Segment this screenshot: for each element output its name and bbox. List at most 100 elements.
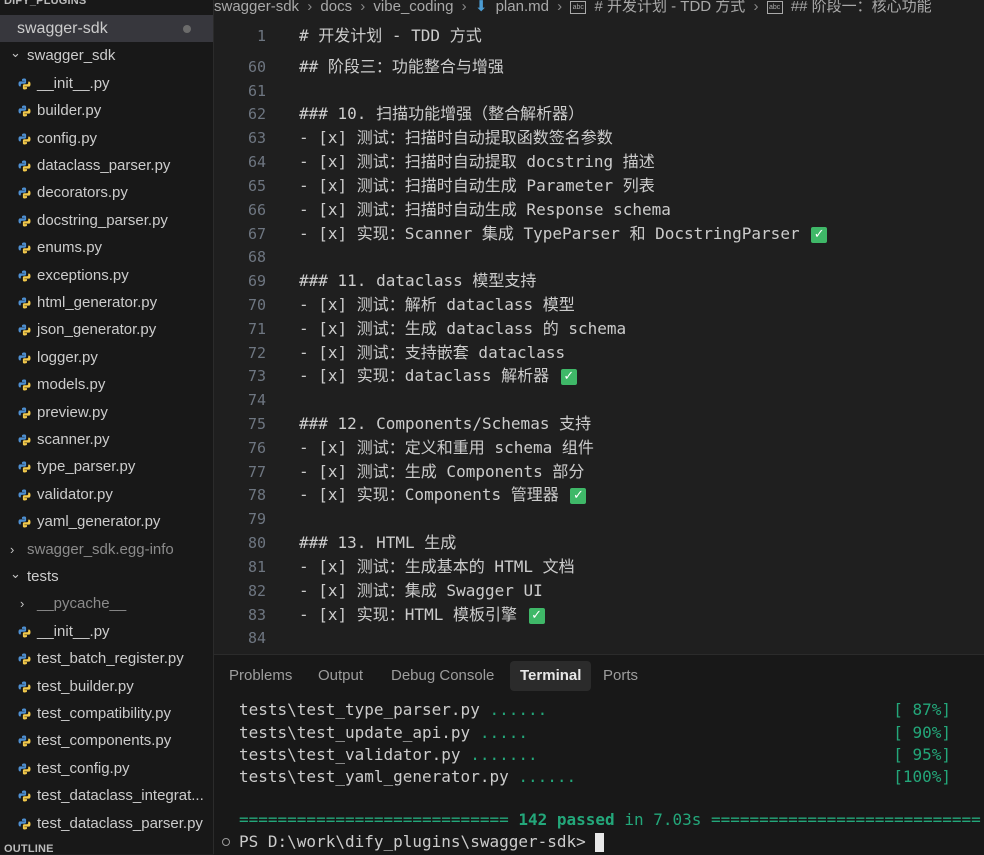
line-text[interactable]: - [x] 实现：HTML 模板引擎 ✓ — [299, 603, 545, 627]
tree-file[interactable]: logger.py — [0, 344, 213, 371]
tree-file[interactable]: json_generator.py — [0, 316, 213, 343]
tree-item-label: type_parser.py — [37, 458, 136, 475]
chevron-right-icon[interactable]: › — [10, 536, 14, 563]
tree-file[interactable]: docstring_parser.py — [0, 207, 213, 234]
chevron-down-icon[interactable]: ⌄ — [10, 42, 21, 66]
tree-file[interactable]: test_dataclass_parser.py — [0, 810, 213, 837]
breadcrumb-item-heading-2[interactable]: ## 阶段一：核心功能 — [791, 0, 932, 14]
line-text[interactable]: ## 阶段三：功能整合与增强 — [299, 55, 504, 79]
tree-folder-swagger-sdk[interactable]: ⌄ swagger_sdk — [0, 42, 213, 69]
breadcrumb-item-heading-1[interactable]: # 开发计划 - TDD 方式 — [594, 0, 745, 14]
line-text[interactable]: - [x] 测试：扫描时自动生成 Response schema — [299, 198, 671, 222]
tree-file[interactable]: test_compatibility.py — [0, 700, 213, 727]
tree-item-swagger-sdk[interactable]: swagger-sdk — [0, 15, 213, 42]
python-file-icon — [18, 133, 31, 145]
tree-file[interactable]: test_components.py — [0, 727, 213, 754]
tree-file[interactable]: builder.py — [0, 97, 213, 124]
tree-folder-pycache[interactable]: › __pycache__ — [0, 590, 213, 617]
line-text[interactable]: - [x] 实现：Components 管理器 ✓ — [299, 483, 587, 507]
tree-file[interactable]: decorators.py — [0, 179, 213, 206]
tree-file[interactable]: __init__.py — [0, 618, 213, 645]
breadcrumb-item-root[interactable]: swagger-sdk — [214, 0, 299, 14]
line-text[interactable]: - [x] 实现：dataclass 解析器 ✓ — [299, 364, 577, 388]
editor-line: 63 - [x] 测试：扫描时自动提取函数签名参数 — [214, 126, 984, 150]
tree-file[interactable]: scanner.py — [0, 426, 213, 453]
python-file-icon — [18, 78, 31, 90]
tree-item-label: scanner.py — [37, 431, 110, 448]
tab-output[interactable]: Output — [308, 661, 373, 691]
tree-file[interactable]: test_batch_register.py — [0, 645, 213, 672]
breadcrumb-item-vibe-coding[interactable]: vibe_coding — [373, 0, 453, 14]
explorer-sidebar: DIFY_PLUGINS swagger-sdk ⌄ swagger_sdk __in… — [0, 0, 214, 854]
terminal-line: tests\test_update_api.py ..... [ 90%] — [239, 721, 951, 744]
modified-dot-icon — [183, 25, 191, 33]
breadcrumb-item-docs[interactable]: docs — [320, 0, 352, 14]
line-text[interactable]: - [x] 测试：扫描时自动生成 Parameter 列表 — [299, 174, 655, 198]
tree-file[interactable]: yaml_generator.py — [0, 508, 213, 535]
line-text[interactable]: - [x] 测试：支持嵌套 dataclass — [299, 341, 565, 365]
line-text[interactable]: ### 10. 扫描功能增强（整合解析器） — [299, 102, 584, 126]
tree-item-label: exceptions.py — [37, 267, 129, 284]
breadcrumb-item-file[interactable]: plan.md — [496, 0, 549, 14]
tree-item-label: builder.py — [37, 102, 102, 119]
summary-passed: 142 passed — [518, 810, 615, 829]
tree-file[interactable]: dataclass_parser.py — [0, 152, 213, 179]
tree-item-label: dataclass_parser.py — [37, 157, 171, 174]
line-text[interactable]: - [x] 测试：生成 dataclass 的 schema — [299, 317, 626, 341]
tree-file[interactable]: __init__.py — [0, 70, 213, 97]
tree-file[interactable]: config.py — [0, 125, 213, 152]
chevron-right-icon: › — [557, 0, 563, 15]
tree-file[interactable]: preview.py — [0, 399, 213, 426]
editor-line: 76 - [x] 测试：定义和重用 schema 组件 — [214, 436, 984, 460]
line-number: 70 — [247, 296, 266, 314]
tree-file[interactable]: type_parser.py — [0, 453, 213, 480]
section-header-dify-plugins[interactable]: DIFY_PLUGINS — [0, 0, 213, 9]
editor-line: 84 — [214, 626, 984, 650]
python-file-icon — [18, 818, 31, 830]
tree-item-label: docstring_parser.py — [37, 212, 168, 229]
symbol-string-icon: abc — [766, 1, 783, 14]
tree-file[interactable]: validator.py — [0, 481, 213, 508]
tree-file[interactable]: html_generator.py — [0, 289, 213, 316]
tab-terminal[interactable]: Terminal — [510, 661, 592, 691]
tree-file[interactable]: models.py — [0, 371, 213, 398]
tree-file[interactable]: test_dataclass_integrat... — [0, 782, 213, 809]
line-text[interactable]: - [x] 测试：定义和重用 schema 组件 — [299, 436, 594, 460]
line-text[interactable]: - [x] 测试：扫描时自动提取 docstring 描述 — [299, 150, 655, 174]
line-text[interactable]: - [x] 测试：解析 dataclass 模型 — [299, 293, 575, 317]
tree-file[interactable]: enums.py — [0, 234, 213, 261]
tree-file[interactable]: exceptions.py — [0, 262, 213, 289]
python-file-icon — [18, 626, 31, 638]
tree-folder-egg-info[interactable]: › swagger_sdk.egg-info — [0, 536, 213, 563]
line-text[interactable]: # 开发计划 - TDD 方式 — [299, 24, 482, 48]
line-text[interactable]: - [x] 测试：集成 Swagger UI — [299, 579, 543, 603]
tab-problems[interactable]: Problems — [219, 661, 302, 691]
editor-line: 70 - [x] 测试：解析 dataclass 模型 — [214, 293, 984, 317]
tab-debug-console[interactable]: Debug Console — [381, 661, 504, 691]
tree-item-label: test_compatibility.py — [37, 705, 171, 722]
chevron-down-icon[interactable]: ⌄ — [10, 563, 21, 587]
line-text[interactable]: - [x] 测试：生成基本的 HTML 文档 — [299, 555, 575, 579]
terminal-prompt[interactable]: PS D:\work\dify_plugins\swagger-sdk> — [222, 830, 951, 853]
line-number: 73 — [247, 367, 266, 385]
tree-item-label: tests — [27, 568, 59, 585]
python-file-icon — [18, 681, 31, 693]
line-text[interactable]: ### 11. dataclass 模型支持 — [299, 269, 536, 293]
test-file-name: tests\test_update_api.py — [239, 723, 471, 742]
line-text[interactable]: - [x] 实现：Scanner 集成 TypeParser 和 Docstri… — [299, 222, 828, 246]
chevron-right-icon[interactable]: › — [20, 590, 24, 617]
line-text[interactable]: ### 12. Components/Schemas 支持 — [299, 412, 591, 436]
tree-folder-tests[interactable]: ⌄ tests — [0, 563, 213, 590]
section-header-outline[interactable]: OUTLINE — [0, 843, 213, 854]
line-text[interactable]: ### 13. HTML 生成 — [299, 531, 456, 555]
tree-file[interactable]: test_config.py — [0, 755, 213, 782]
tree-file[interactable]: test_builder.py — [0, 673, 213, 700]
chevron-right-icon: › — [360, 0, 366, 15]
editor-line: 74 — [214, 388, 984, 412]
line-text[interactable]: - [x] 测试：生成 Components 部分 — [299, 460, 584, 484]
code-editor[interactable]: 1 # 开发计划 - TDD 方式 60 ## 阶段三：功能整合与增强 61 62 ### … — [214, 16, 984, 654]
line-number: 82 — [247, 582, 266, 600]
line-text[interactable]: - [x] 测试：扫描时自动提取函数签名参数 — [299, 126, 613, 150]
tab-ports[interactable]: Ports — [593, 661, 648, 691]
line-number: 64 — [247, 153, 266, 171]
